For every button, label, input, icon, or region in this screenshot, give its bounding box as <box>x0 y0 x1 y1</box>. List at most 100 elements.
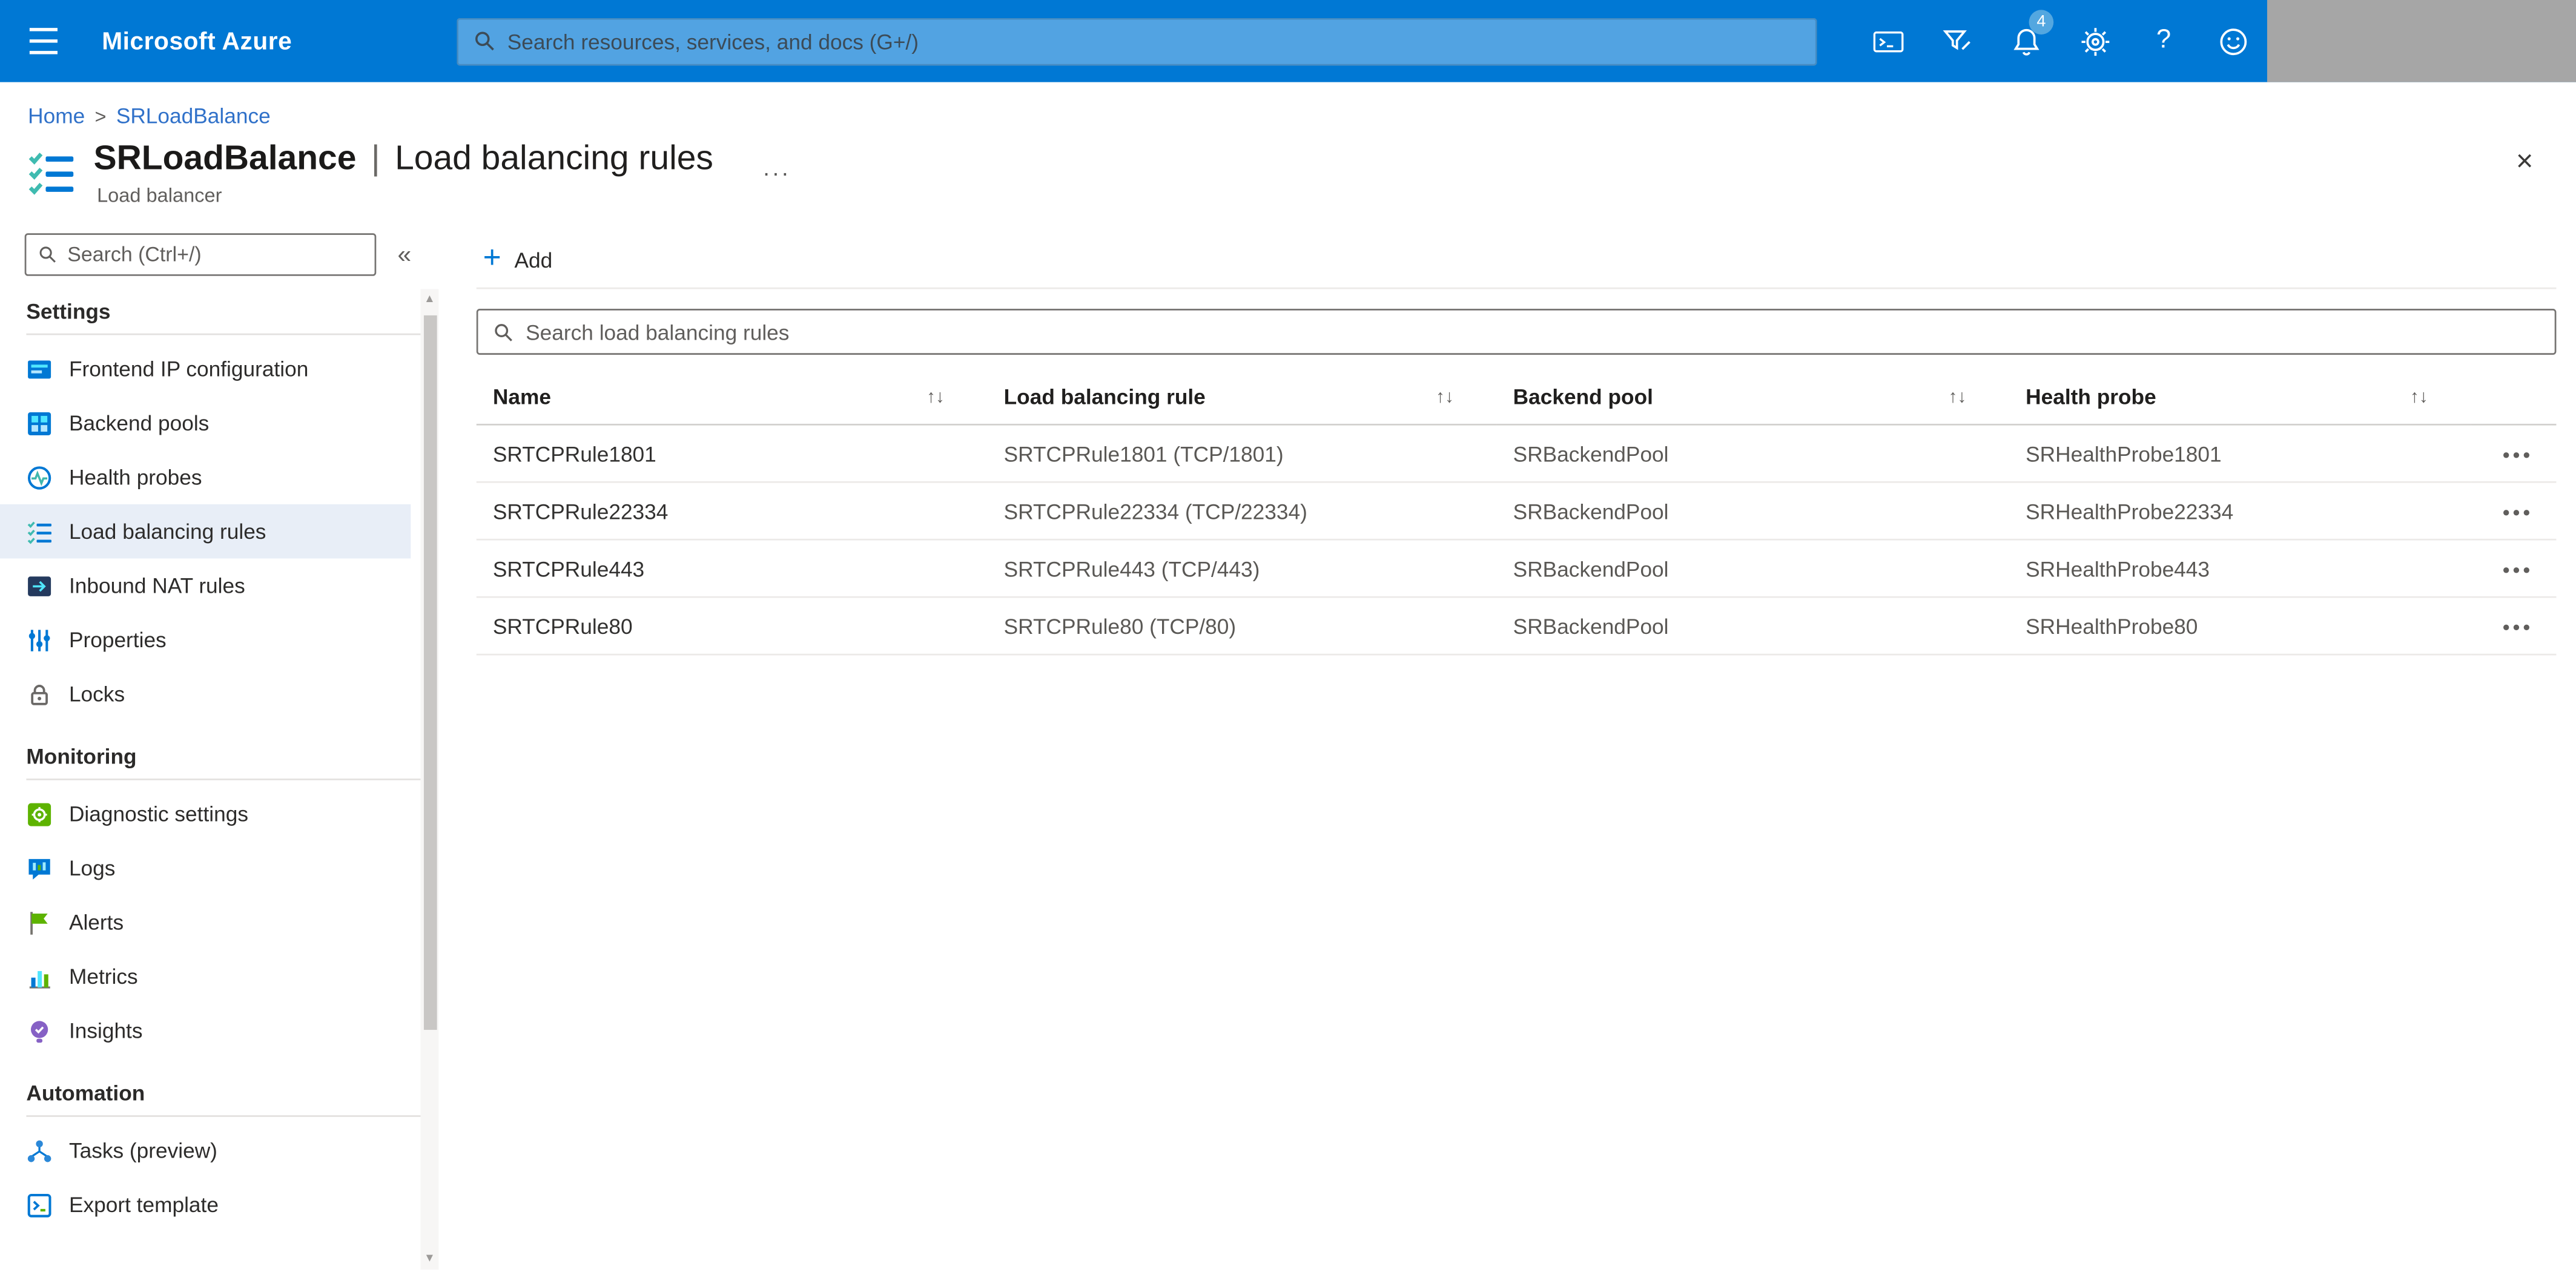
directory-filter-button[interactable] <box>1922 0 1991 82</box>
sort-icon: ↑↓ <box>1436 386 1455 407</box>
add-button-label: Add <box>514 248 553 273</box>
health-probe-cell: SRHealthProbe80 <box>2009 597 2471 656</box>
section-title-monitoring: Monitoring <box>26 744 421 780</box>
search-icon <box>475 31 494 51</box>
rules-search-input[interactable] <box>526 319 2540 344</box>
command-bar: + Add <box>476 233 2557 289</box>
sidebar-search-input[interactable] <box>67 243 363 266</box>
sidebar-item-load-balancing-rules[interactable]: Load balancing rules <box>0 504 411 559</box>
tasks-icon <box>26 1138 52 1164</box>
frontend-ip-configuration-icon <box>26 355 52 381</box>
sidebar-nav: Settings Frontend IP configuration Backe… <box>0 299 447 1232</box>
table-row[interactable]: SRTCPRule80 SRTCPRule80 (TCP/80) SRBacke… <box>476 597 2557 656</box>
col-header-backend-pool[interactable]: Backend pool ↑↓ <box>1496 371 2009 426</box>
breadcrumb-separator: > <box>94 104 107 128</box>
blade-name: Load balancing rules <box>395 139 713 178</box>
sidebar-item-properties[interactable]: Properties <box>0 613 411 667</box>
backend-pools-icon <box>26 410 52 436</box>
sort-icon: ↑↓ <box>2409 386 2428 407</box>
sidebar-item-metrics[interactable]: Metrics <box>0 949 411 1004</box>
export-template-icon <box>26 1191 52 1218</box>
plus-icon: + <box>483 241 501 276</box>
col-header-health-probe[interactable]: Health probe ↑↓ <box>2009 371 2471 426</box>
breadcrumb-home-link[interactable]: Home <box>28 104 85 128</box>
health-probe-cell: SRHealthProbe1801 <box>2009 424 2471 483</box>
sidebar-item-diagnostic-settings[interactable]: Diagnostic settings <box>0 787 411 842</box>
add-button[interactable]: + Add <box>477 240 566 281</box>
col-header-load-balancing-rule[interactable]: Load balancing rule ↑↓ <box>987 371 1497 426</box>
scroll-up-icon[interactable]: ▲ <box>421 294 439 306</box>
lock-icon <box>26 681 52 707</box>
sidebar-item-export-template[interactable]: Export template <box>0 1178 411 1232</box>
resource-type-label: Load balancer <box>97 183 222 207</box>
sidebar-item-locks[interactable]: Locks <box>0 667 411 721</box>
health-probe-cell: SRHealthProbe22334 <box>2009 482 2471 541</box>
global-search-box[interactable] <box>456 17 1817 65</box>
section-title-settings: Settings <box>26 299 421 335</box>
help-button[interactable]: ? <box>2129 0 2198 82</box>
sidebar-item-insights[interactable]: Insights <box>0 1004 411 1058</box>
row-menu-button[interactable]: ••• <box>2503 444 2533 464</box>
close-blade-button[interactable]: × <box>2503 143 2546 179</box>
sidebar-item-tasks-preview[interactable]: Tasks (preview) <box>0 1124 411 1178</box>
scroll-down-icon[interactable]: ▼ <box>421 1253 439 1264</box>
diagnostic-settings-icon <box>26 801 52 827</box>
table-header-row: Name ↑↓ Load balancing rule ↑↓ Backend poo… <box>476 371 2557 426</box>
rule-name-cell: SRTCPRule443 <box>476 539 988 598</box>
rule-name-cell: SRTCPRule22334 <box>476 482 988 541</box>
resource-name: SRLoadBalance <box>93 139 357 178</box>
feedback-button[interactable] <box>2198 0 2267 82</box>
topbar: Microsoft Azure 4 ? <box>0 0 2576 82</box>
account-area-redacted <box>2267 0 2576 82</box>
hamburger-menu-button[interactable] <box>0 0 85 82</box>
sidebar-item-alerts[interactable]: Alerts <box>0 895 411 950</box>
global-search-input[interactable] <box>507 28 1800 54</box>
insights-icon <box>26 1018 52 1044</box>
title-more-button[interactable]: ··· <box>762 161 790 184</box>
help-icon: ? <box>2156 26 2171 54</box>
sidebar-collapse-button[interactable]: « <box>398 242 412 267</box>
sidebar-search-box[interactable] <box>24 233 377 276</box>
backend-pool-cell: SRBackendPool <box>1496 482 2009 541</box>
row-menu-button[interactable]: ••• <box>2503 502 2533 522</box>
azure-portal: Microsoft Azure 4 ? <box>0 0 2576 1272</box>
notifications-button[interactable]: 4 <box>1991 0 2060 82</box>
rule-definition-cell: SRTCPRule22334 (TCP/22334) <box>987 482 1497 541</box>
page-title: SRLoadBalance | Load balancing rules <box>94 140 713 179</box>
sidebar-item-backend-pools[interactable]: Backend pools <box>0 396 411 450</box>
scrollbar-thumb[interactable] <box>423 315 437 1031</box>
backend-pool-cell: SRBackendPool <box>1496 424 2009 483</box>
sidebar-item-inbound-nat-rules[interactable]: Inbound NAT rules <box>0 558 411 613</box>
alerts-icon <box>26 909 52 935</box>
sidebar-item-health-probes[interactable]: Health probes <box>0 450 411 504</box>
row-menu-button[interactable]: ••• <box>2503 559 2533 579</box>
table-row[interactable]: SRTCPRule1801 SRTCPRule1801 (TCP/1801) S… <box>476 424 2557 483</box>
rule-definition-cell: SRTCPRule80 (TCP/80) <box>987 597 1497 656</box>
breadcrumb: Home > SRLoadBalance <box>0 82 2576 128</box>
sidebar-item-logs[interactable]: Logs <box>0 841 411 895</box>
topbar-actions: 4 ? <box>1853 0 2576 82</box>
rule-definition-cell: SRTCPRule1801 (TCP/1801) <box>987 424 1497 483</box>
azure-brand-link[interactable]: Microsoft Azure <box>85 27 292 55</box>
section-title-automation: Automation <box>26 1081 421 1117</box>
rule-name-cell: SRTCPRule80 <box>476 597 988 656</box>
properties-icon <box>26 627 52 653</box>
breadcrumb-current-link[interactable]: SRLoadBalance <box>116 104 271 128</box>
search-icon <box>495 323 512 341</box>
resource-menu-sidebar: « Settings Frontend IP configuration Bac… <box>0 217 447 1272</box>
cloud-shell-button[interactable] <box>1853 0 1922 82</box>
rules-search-box[interactable] <box>476 309 2557 355</box>
load-balancing-rules-blade-icon <box>28 153 74 195</box>
rule-name-cell: SRTCPRule1801 <box>476 424 988 483</box>
col-header-name[interactable]: Name ↑↓ <box>476 371 988 426</box>
smiley-icon <box>2219 27 2246 54</box>
settings-button[interactable] <box>2060 0 2129 82</box>
table-row[interactable]: SRTCPRule443 SRTCPRule443 (TCP/443) SRBa… <box>476 539 2557 598</box>
sidebar-item-frontend-ip-configuration[interactable]: Frontend IP configuration <box>0 341 411 396</box>
sidebar-scrollbar[interactable]: ▲ ▼ <box>420 289 439 1269</box>
row-menu-button[interactable]: ••• <box>2503 617 2533 637</box>
rule-definition-cell: SRTCPRule443 (TCP/443) <box>987 539 1497 598</box>
table-row[interactable]: SRTCPRule22334 SRTCPRule22334 (TCP/22334… <box>476 482 2557 541</box>
metrics-icon <box>26 963 52 989</box>
cloud-shell-icon <box>1872 30 1903 51</box>
